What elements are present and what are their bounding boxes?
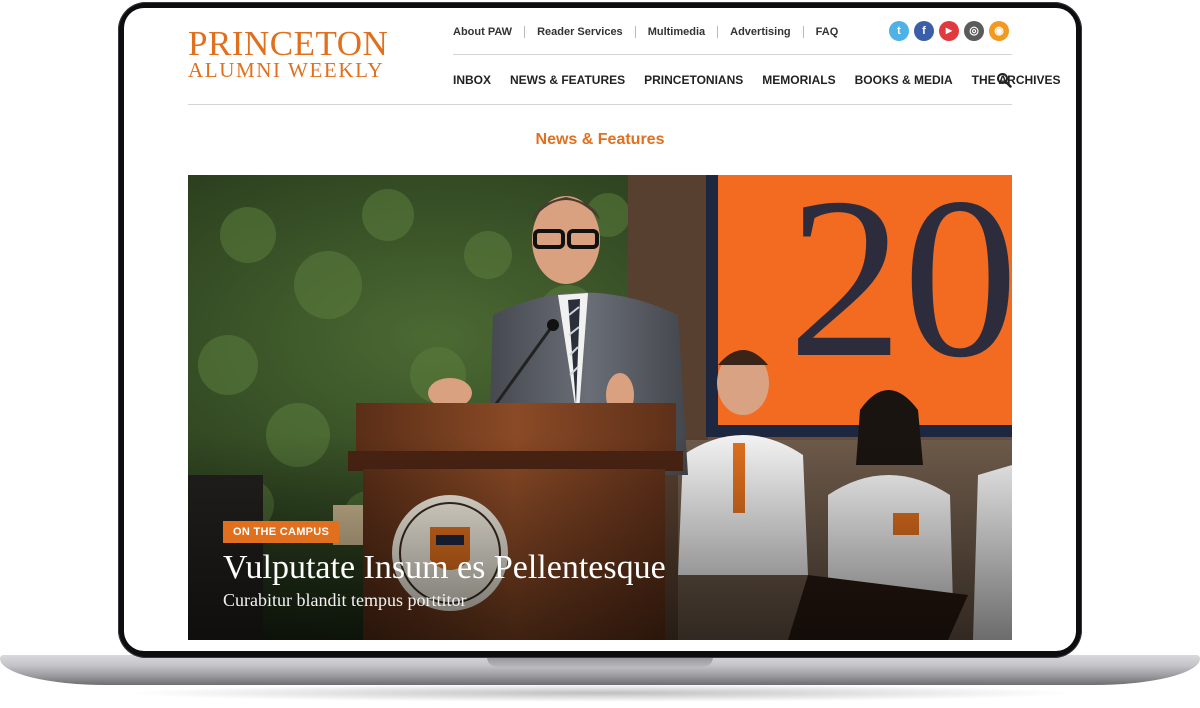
hero-subhead: Curabitur blandit tempus porttitor xyxy=(223,590,467,610)
facebook-icon[interactable]: f xyxy=(914,21,934,41)
nav-item-inbox[interactable]: INBOX xyxy=(453,73,491,87)
section-title: News & Features xyxy=(535,131,665,148)
nav-item-princetonians[interactable]: PRINCETONIANS xyxy=(644,73,743,87)
laptop-screen: PRINCETON ALUMNI WEEKLY About PAW Reader… xyxy=(124,8,1076,651)
util-link-about[interactable]: About PAW xyxy=(453,26,524,38)
category-badge[interactable]: ON THE CAMPUS xyxy=(223,521,340,543)
svg-text:20: 20 xyxy=(788,175,1012,405)
hero-feature[interactable]: 20 ON THE CAMPUS Vulputate Insum es Pell… xyxy=(188,175,1012,640)
nav-item-news-features[interactable]: NEWS & FEATURES xyxy=(510,73,625,87)
nav-item-memorials[interactable]: MEMORIALS xyxy=(762,73,835,87)
util-link-multimedia[interactable]: Multimedia xyxy=(634,26,717,38)
header-divider xyxy=(453,54,1012,55)
youtube-icon[interactable]: ▶ xyxy=(939,21,959,41)
instagram-icon[interactable]: ◎ xyxy=(964,21,984,41)
main-nav: INBOX NEWS & FEATURES PRINCETONIANS MEMO… xyxy=(453,72,1061,88)
social-links: t f ▶ ◎ ◉ xyxy=(889,21,1009,41)
nav-item-archives[interactable]: THE ARCHIVES xyxy=(972,73,1061,87)
site-logo[interactable]: PRINCETON ALUMNI WEEKLY xyxy=(188,24,389,82)
util-link-reader-services[interactable]: Reader Services xyxy=(524,26,635,38)
laptop-shadow xyxy=(120,684,1080,702)
nav-divider xyxy=(188,104,1012,105)
twitter-icon[interactable]: t xyxy=(889,21,909,41)
hero-headline[interactable]: Vulputate Insum es Pellentesque xyxy=(223,548,983,588)
utility-nav: About PAW Reader Services Multimedia Adv… xyxy=(453,24,850,40)
logo-line-2: ALUMNI WEEKLY xyxy=(188,58,385,82)
logo-line-1: PRINCETON xyxy=(188,24,389,63)
search-icon[interactable] xyxy=(996,72,1012,88)
util-link-advertising[interactable]: Advertising xyxy=(717,26,803,38)
nav-item-books-media[interactable]: BOOKS & MEDIA xyxy=(855,73,953,87)
util-link-faq[interactable]: FAQ xyxy=(802,26,851,38)
rss-icon[interactable]: ◉ xyxy=(989,21,1009,41)
